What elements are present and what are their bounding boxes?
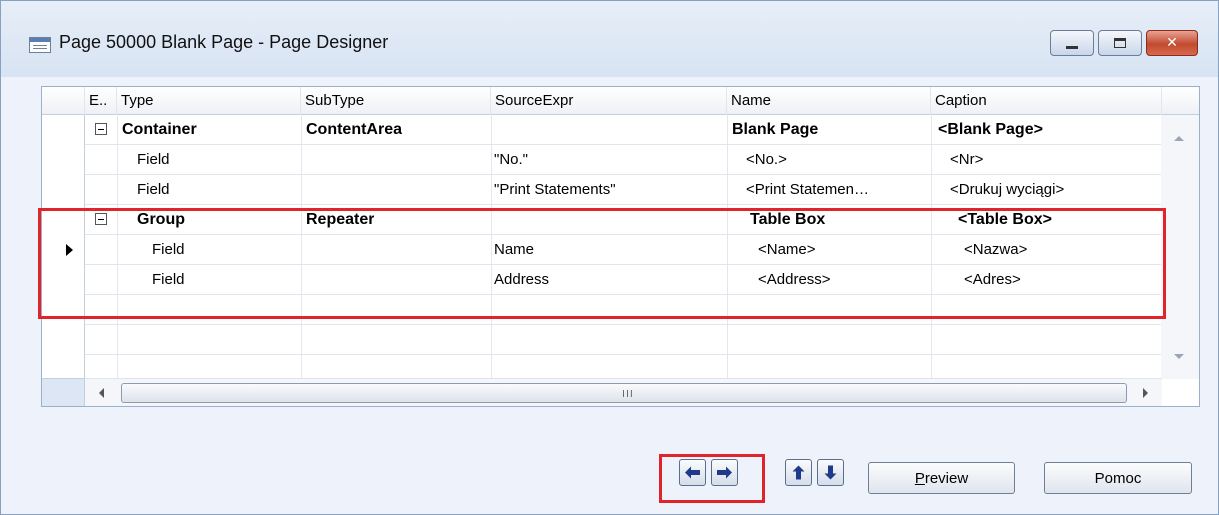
table-row[interactable]: Field "Print Statements" <Print Statemen… <… xyxy=(42,175,1162,205)
preview-button[interactable]: Preview xyxy=(868,462,1015,494)
cell-name: <No.> xyxy=(746,151,787,168)
cell-name: Table Box xyxy=(750,211,826,228)
row-selector[interactable] xyxy=(42,145,85,175)
cell-caption: <Blank Page> xyxy=(938,121,1043,138)
move-down-button[interactable] xyxy=(817,459,844,486)
arrow-down-icon xyxy=(824,465,837,480)
row-selector[interactable] xyxy=(42,175,85,205)
cell-caption: <Nr> xyxy=(950,151,984,168)
cell-caption: <Adres> xyxy=(964,271,1021,288)
cell-sourceexpr: "Print Statements" xyxy=(494,181,616,198)
scroll-thumb[interactable]: III xyxy=(121,383,1127,403)
cell-name: Blank Page xyxy=(732,121,819,138)
arrow-right-icon xyxy=(717,466,732,479)
cell-type: Field xyxy=(137,181,170,198)
designer-grid[interactable]: E.. Type SubType SourceExpr Name Caption… xyxy=(41,86,1200,407)
move-up-button[interactable] xyxy=(785,459,812,486)
title-bar[interactable]: Page 50000 Blank Page - Page Designer ✕ xyxy=(1,1,1218,77)
cell-sourceexpr: Address xyxy=(494,271,550,288)
row-selector[interactable] xyxy=(42,265,85,295)
grid-header: E.. Type SubType SourceExpr Name Caption xyxy=(42,87,1199,115)
collapse-icon[interactable] xyxy=(95,213,107,225)
header-row-selector xyxy=(42,87,85,115)
maximize-icon xyxy=(1114,38,1126,48)
page-designer-window: Page 50000 Blank Page - Page Designer ✕ … xyxy=(0,0,1219,515)
cell-type: Field xyxy=(137,151,170,168)
minimize-button[interactable] xyxy=(1050,30,1094,56)
preview-button-label: Preview xyxy=(914,469,969,487)
cell-type: Field xyxy=(152,271,185,288)
cell-sourceexpr: "No." xyxy=(494,151,528,168)
cell-subtype: Repeater xyxy=(306,211,375,228)
table-row[interactable]: Field Name <Name> <Nazwa> xyxy=(42,235,1162,265)
cell-caption: <Nazwa> xyxy=(964,241,1028,258)
collapse-icon[interactable] xyxy=(95,123,107,135)
maximize-button[interactable] xyxy=(1098,30,1142,56)
window-title: Page 50000 Blank Page - Page Designer xyxy=(59,32,389,52)
vertical-scrollbar[interactable] xyxy=(1161,115,1199,379)
scroll-down-icon[interactable] xyxy=(1174,354,1184,359)
row-selector[interactable] xyxy=(42,295,85,325)
table-row[interactable]: Field Address <Address> <Adres> xyxy=(42,265,1162,295)
scroll-grip: III xyxy=(622,389,634,400)
cell-type: Field xyxy=(152,241,185,258)
page-designer-icon xyxy=(29,37,51,53)
cell-type: Container xyxy=(122,121,197,138)
scroll-up-icon[interactable] xyxy=(1174,136,1184,141)
minimize-icon xyxy=(1066,45,1078,49)
move-left-button[interactable] xyxy=(679,459,706,486)
cell-sourceexpr: Name xyxy=(494,241,535,258)
column-header-caption[interactable]: Caption xyxy=(931,87,1162,115)
cell-name: <Name> xyxy=(758,241,816,258)
cell-name: <Print Statemen… xyxy=(746,181,869,198)
cell-type: Group xyxy=(137,211,185,228)
arrow-up-icon xyxy=(792,465,805,480)
table-row[interactable]: Field "No." <No.> <Nr> xyxy=(42,145,1162,175)
column-header-sourceexpr[interactable]: SourceExpr xyxy=(491,87,727,115)
row-selector[interactable] xyxy=(42,205,85,235)
caption-buttons: ✕ xyxy=(1050,30,1198,56)
close-icon: ✕ xyxy=(1166,35,1178,51)
current-row-icon xyxy=(66,244,73,256)
table-row[interactable]: Group Repeater Table Box <Table Box> xyxy=(42,205,1162,235)
row-selector[interactable] xyxy=(42,325,85,355)
row-selector[interactable] xyxy=(42,115,85,145)
empty-row[interactable] xyxy=(42,325,1162,355)
close-button[interactable]: ✕ xyxy=(1146,30,1198,56)
scroll-right-icon[interactable] xyxy=(1143,388,1148,398)
move-right-button[interactable] xyxy=(711,459,738,486)
row-selector-corner xyxy=(42,378,85,406)
help-button[interactable]: Pomoc xyxy=(1044,462,1192,494)
cell-subtype: ContentArea xyxy=(306,121,403,138)
help-button-label: Pomoc xyxy=(1094,469,1142,487)
column-header-subtype[interactable]: SubType xyxy=(301,87,491,115)
cell-caption: <Table Box> xyxy=(958,211,1052,228)
column-header-type[interactable]: Type xyxy=(117,87,301,115)
scroll-left-icon[interactable] xyxy=(99,388,104,398)
table-row[interactable]: Container ContentArea Blank Page <Blank Pag… xyxy=(42,115,1162,145)
cell-caption: <Drukuj wyciągi> xyxy=(950,181,1065,198)
empty-row[interactable] xyxy=(42,295,1162,325)
row-selector[interactable] xyxy=(42,235,85,265)
column-header-name[interactable]: Name xyxy=(727,87,931,115)
arrow-left-icon xyxy=(685,466,700,479)
cell-name: <Address> xyxy=(758,271,831,288)
horizontal-scrollbar[interactable]: III xyxy=(85,378,1162,406)
column-header-e[interactable]: E.. xyxy=(85,87,117,115)
